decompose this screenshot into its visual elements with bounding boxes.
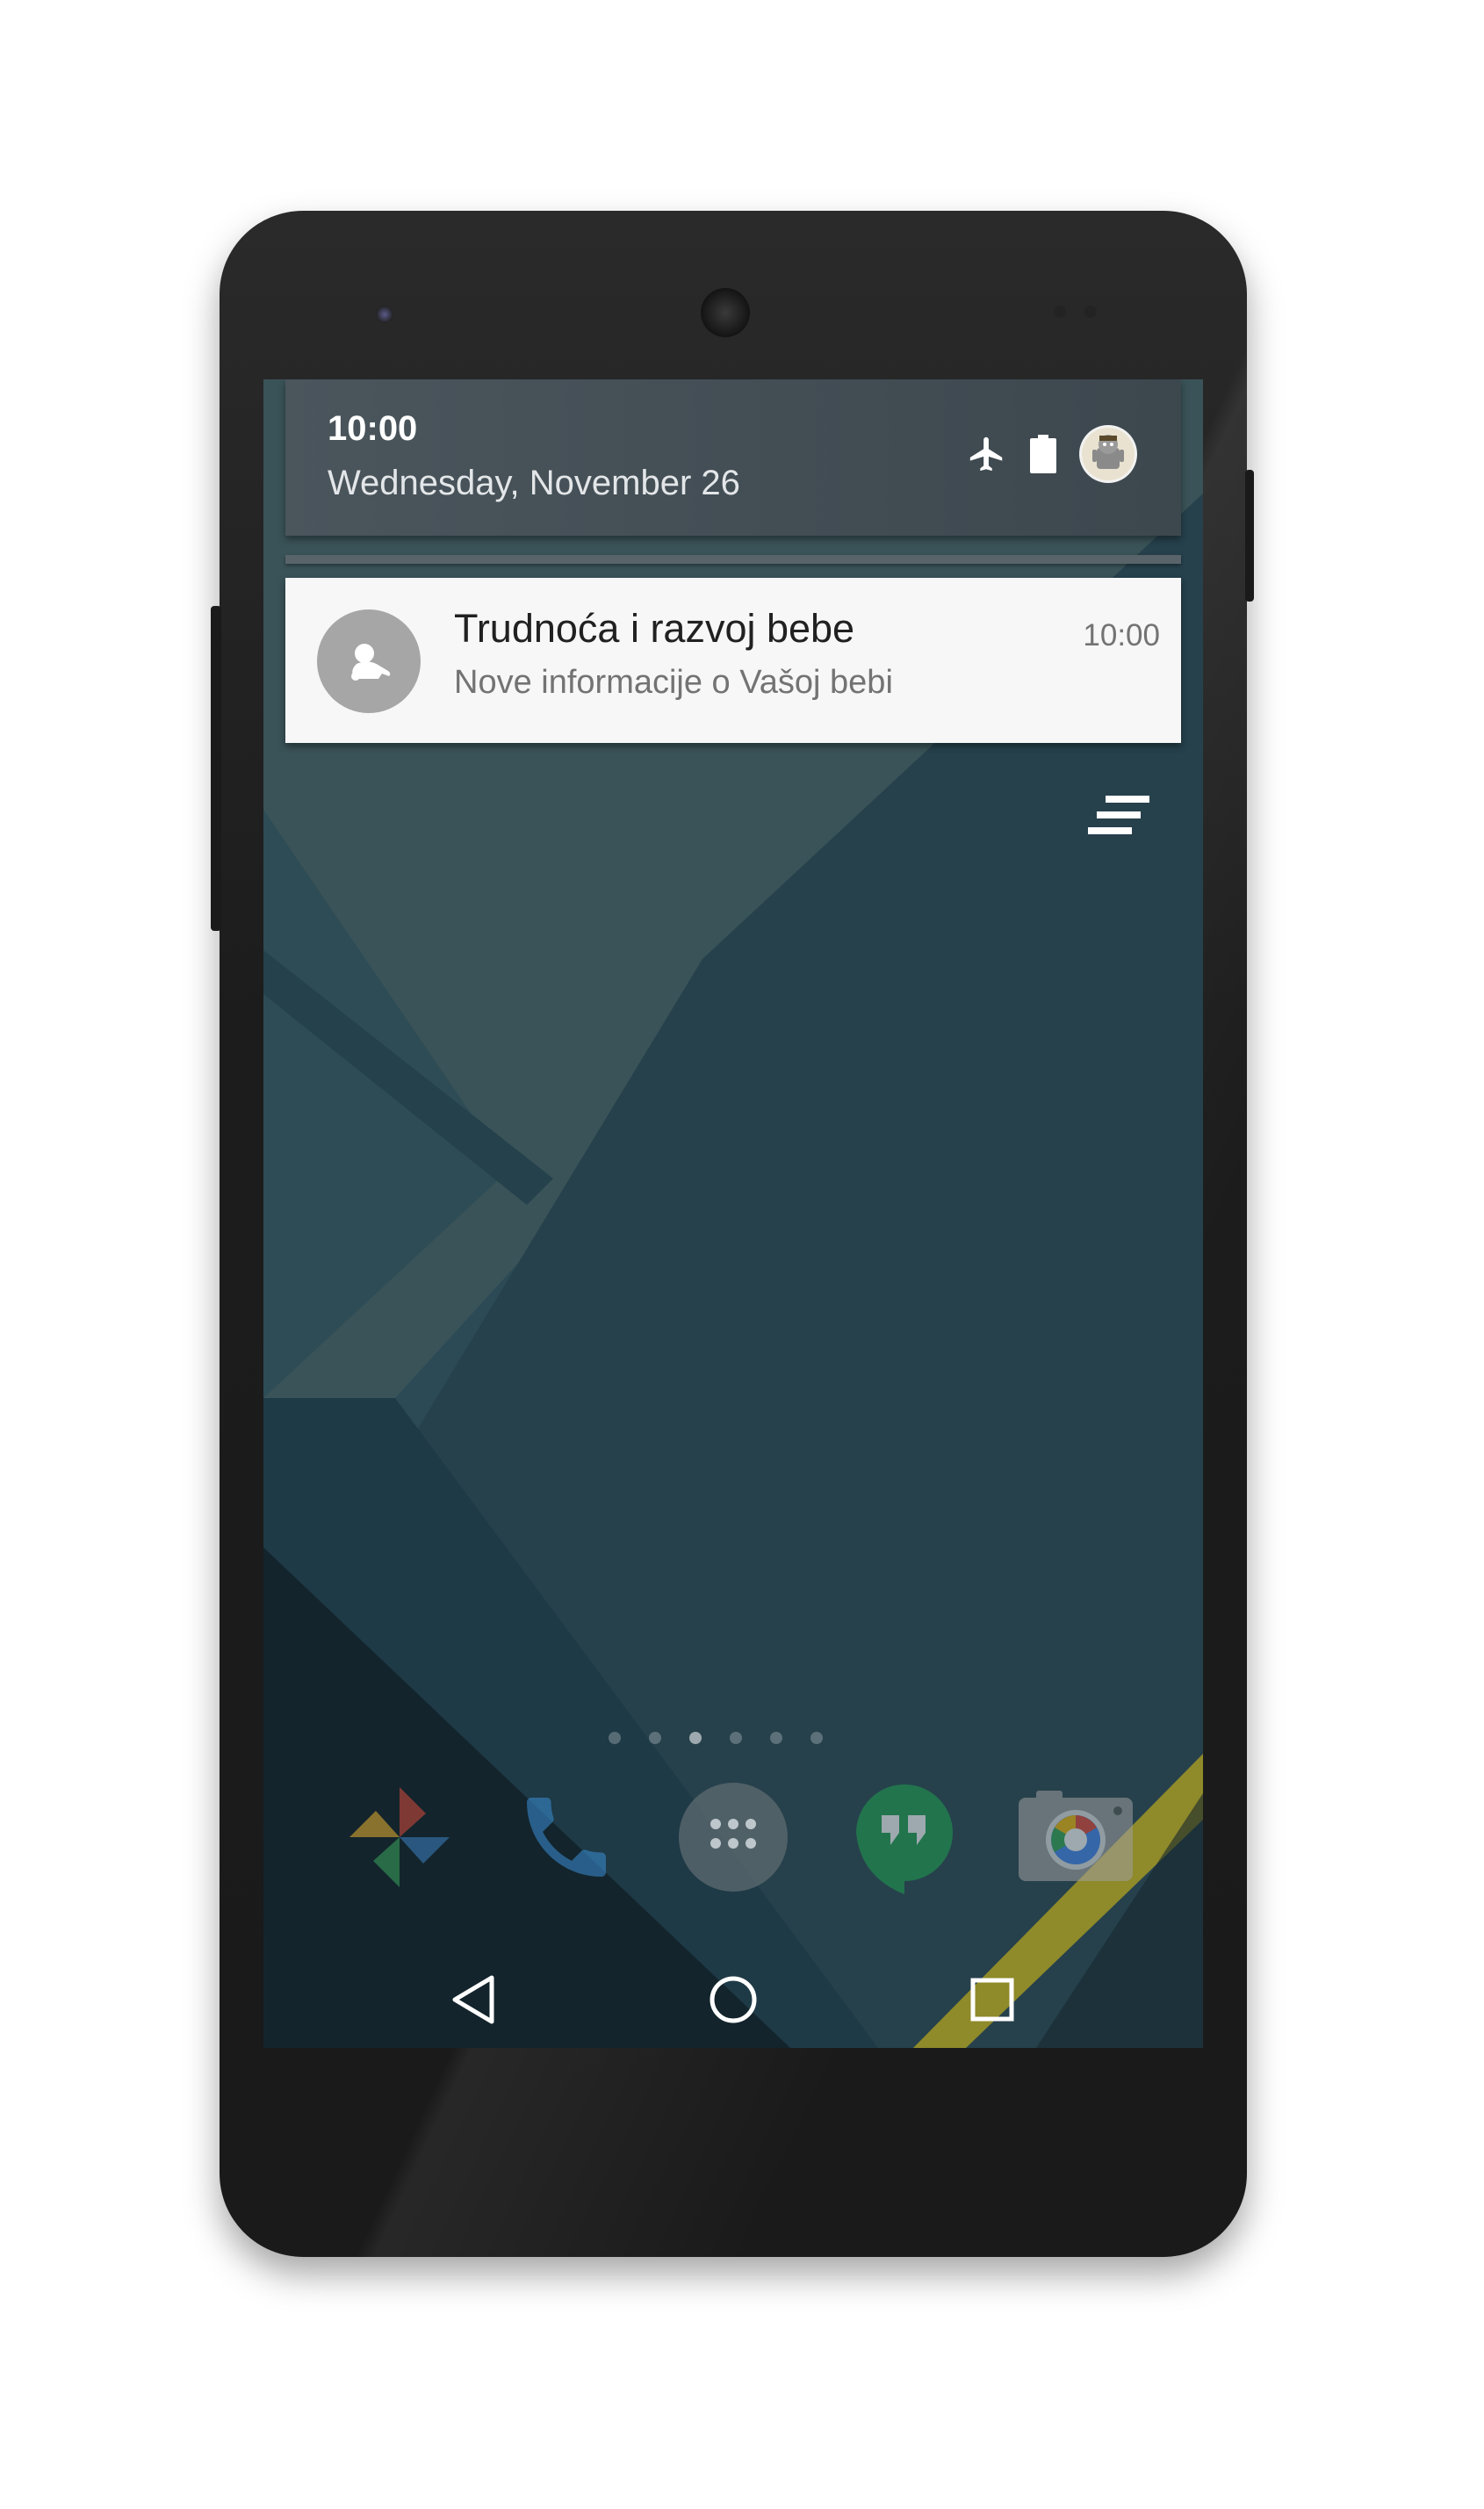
page-dot bbox=[730, 1732, 742, 1744]
camera-icon[interactable] bbox=[1014, 1776, 1137, 1899]
phone-icon[interactable] bbox=[505, 1776, 628, 1899]
clock-time: 10:00 bbox=[328, 409, 418, 448]
airplane-mode-icon bbox=[967, 434, 1007, 479]
app-drawer-icon[interactable] bbox=[672, 1776, 795, 1899]
proximity-sensor bbox=[1054, 306, 1066, 318]
status-icons bbox=[967, 425, 1137, 487]
dock bbox=[263, 1776, 1203, 1899]
notification-card[interactable]: Trudnoća i razvoj bebe Nove informacije … bbox=[285, 578, 1181, 743]
page-dot bbox=[649, 1732, 661, 1744]
settings-panel-edge bbox=[285, 555, 1181, 564]
notification-time: 10:00 bbox=[1083, 618, 1160, 652]
page-indicator bbox=[609, 1732, 823, 1744]
back-icon[interactable] bbox=[421, 1951, 527, 2048]
clear-all-icon[interactable] bbox=[1084, 792, 1155, 845]
notification-text: Nove informacije o Vašoj bebi bbox=[454, 664, 893, 701]
page-dot bbox=[609, 1732, 621, 1744]
page-dot bbox=[770, 1732, 782, 1744]
page-dot-active bbox=[689, 1732, 702, 1744]
quick-settings-header[interactable]: 10:00 Wednesday, November 26 bbox=[285, 379, 1181, 536]
volume-button[interactable] bbox=[211, 606, 221, 931]
photos-icon[interactable] bbox=[338, 1776, 461, 1899]
earpiece-speaker bbox=[701, 288, 750, 337]
navigation-bar bbox=[263, 1951, 1203, 2048]
user-avatar[interactable] bbox=[1079, 425, 1137, 487]
hangouts-icon[interactable] bbox=[843, 1776, 966, 1899]
light-sensor bbox=[1084, 306, 1097, 318]
baby-icon bbox=[317, 609, 421, 713]
home-icon[interactable] bbox=[681, 1951, 786, 2048]
front-camera bbox=[376, 306, 393, 323]
recents-icon[interactable] bbox=[940, 1951, 1045, 2048]
page-dot bbox=[810, 1732, 823, 1744]
screen: 10:00 Wednesday, November 26 Trudnoća i … bbox=[263, 379, 1203, 2048]
notification-title: Trudnoća i razvoj bebe bbox=[454, 606, 855, 651]
clock-date: Wednesday, November 26 bbox=[328, 464, 740, 502]
power-button[interactable] bbox=[1245, 470, 1254, 602]
battery-icon bbox=[1030, 435, 1056, 478]
